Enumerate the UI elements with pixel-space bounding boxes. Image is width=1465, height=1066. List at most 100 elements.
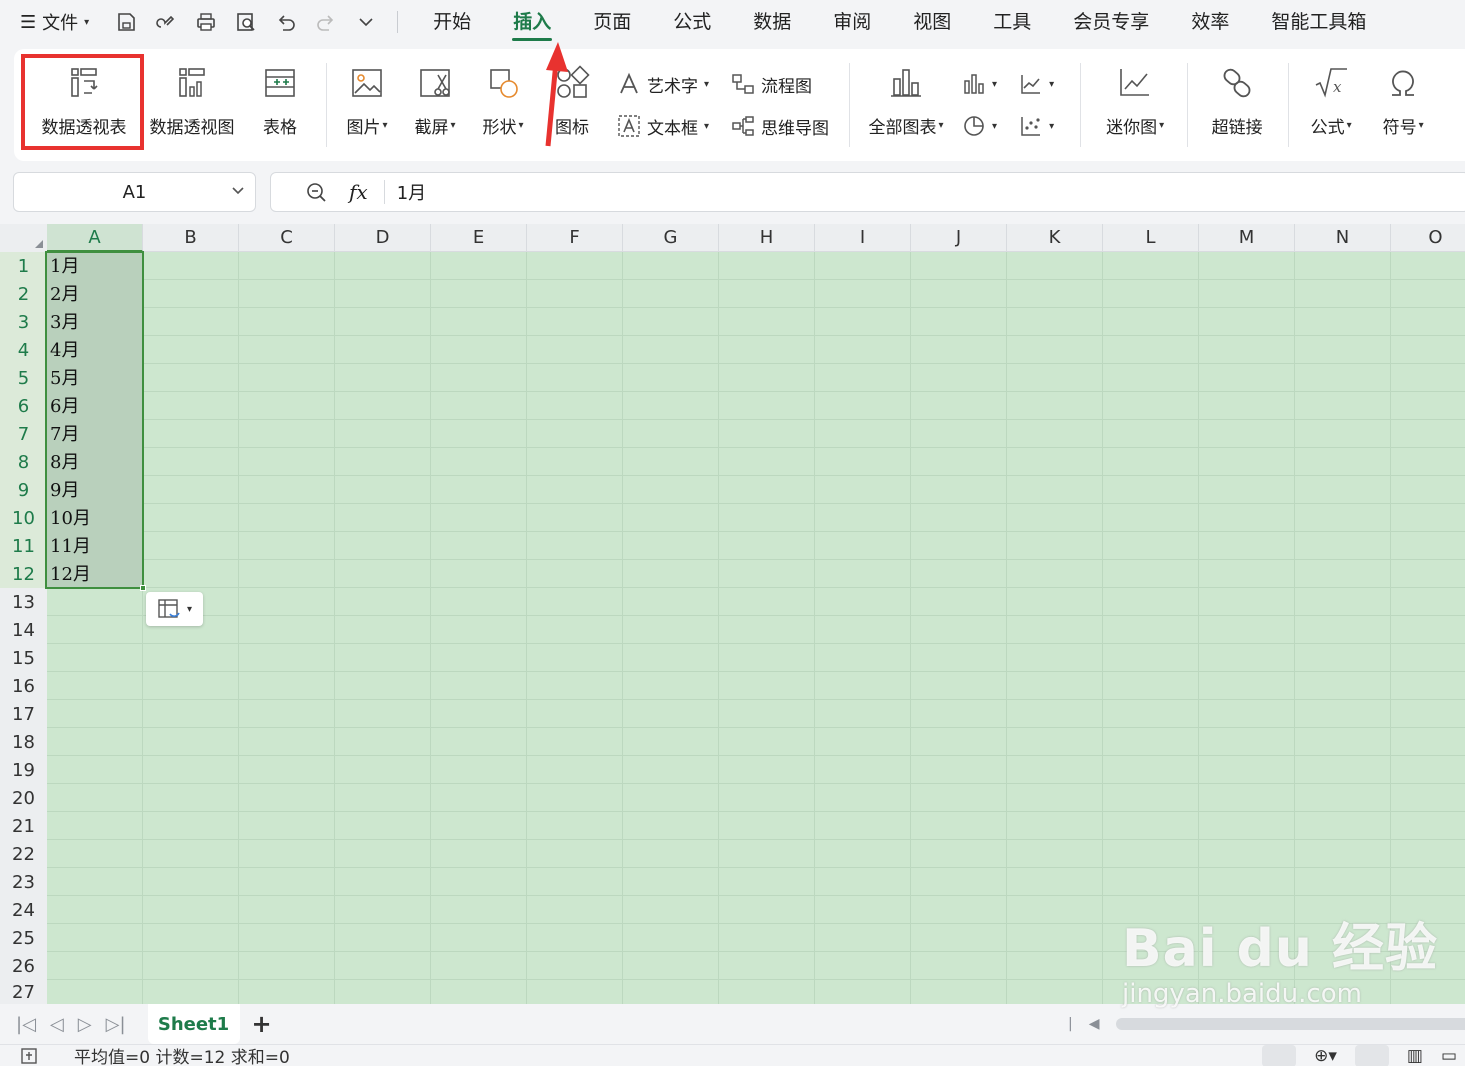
tab-efficiency[interactable]: 效率 [1170, 0, 1250, 44]
scroll-left-icon[interactable]: ◀ [1089, 1016, 1100, 1032]
row-header-6[interactable]: 6 [0, 392, 47, 420]
macro-icon[interactable] [20, 1047, 42, 1065]
print-preview-icon[interactable] [235, 11, 257, 33]
tab-tools[interactable]: 工具 [972, 0, 1052, 44]
row-header-21[interactable]: 21 [0, 812, 47, 840]
row-header-22[interactable]: 22 [0, 840, 47, 868]
last-sheet-icon[interactable]: ▷| [106, 1014, 126, 1035]
first-sheet-icon[interactable]: |◁ [16, 1014, 36, 1035]
print-icon[interactable] [195, 11, 217, 33]
save-icon[interactable] [115, 11, 137, 33]
column-header-n[interactable]: N [1295, 224, 1391, 252]
row-header-4[interactable]: 4 [0, 336, 47, 364]
tab-view[interactable]: 视图 [892, 0, 972, 44]
add-sheet-button[interactable]: + [252, 1010, 272, 1038]
row-header-23[interactable]: 23 [0, 868, 47, 896]
flowchart-button[interactable]: 流程图 [731, 71, 829, 97]
row-header-15[interactable]: 15 [0, 644, 47, 672]
column-header-k[interactable]: K [1007, 224, 1103, 252]
textbox-button[interactable]: 文本框 ▾ [617, 113, 709, 139]
undo-icon[interactable] [275, 11, 297, 33]
function-icon[interactable]: fx [349, 180, 368, 204]
column-header-b[interactable]: B [143, 224, 239, 252]
row-header-7[interactable]: 7 [0, 420, 47, 448]
tab-formula[interactable]: 公式 [652, 0, 732, 44]
row-header-27[interactable]: 27 [0, 980, 47, 1004]
row-header-25[interactable]: 25 [0, 924, 47, 952]
formula-button[interactable]: x 公式 ▾ [1295, 49, 1367, 161]
picture-button[interactable]: 图片 ▾ [333, 49, 401, 161]
column-header-j[interactable]: J [911, 224, 1007, 252]
row-header-19[interactable]: 19 [0, 756, 47, 784]
column-header-g[interactable]: G [623, 224, 719, 252]
icon-library-button[interactable]: 图标 [537, 49, 607, 161]
pivot-table-button[interactable]: 数据透视表 [24, 49, 144, 161]
line-chart-button[interactable]: ▾ [1019, 71, 1054, 97]
row-header-1[interactable]: 1 [0, 252, 47, 280]
customize-toolbar-icon[interactable] [355, 11, 377, 33]
view-mode-icon[interactable]: ⊕▾ [1314, 1046, 1337, 1066]
hyperlink-button[interactable]: 超链接 [1194, 49, 1280, 161]
row-header-10[interactable]: 10 [0, 504, 47, 532]
column-header-m[interactable]: M [1199, 224, 1295, 252]
tab-data[interactable]: 数据 [732, 0, 812, 44]
column-header-l[interactable]: L [1103, 224, 1199, 252]
tab-home[interactable]: 开始 [412, 0, 492, 44]
row-header-12[interactable]: 12 [0, 560, 47, 588]
pivot-chart-button[interactable]: 数据透视图 [144, 49, 240, 161]
row-header-3[interactable]: 3 [0, 308, 47, 336]
column-header-h[interactable]: H [719, 224, 815, 252]
zoom-icon[interactable] [305, 181, 327, 203]
tab-page[interactable]: 页面 [572, 0, 652, 44]
column-header-a[interactable]: A [47, 224, 143, 252]
shape-button[interactable]: 形状 ▾ [469, 49, 537, 161]
row-header-18[interactable]: 18 [0, 728, 47, 756]
select-all-corner[interactable] [0, 224, 47, 252]
column-header-o[interactable]: O [1391, 224, 1465, 252]
row-header-2[interactable]: 2 [0, 280, 47, 308]
column-chart-button[interactable]: ▾ [962, 71, 997, 97]
format-painter-icon[interactable] [155, 11, 177, 33]
tab-insert[interactable]: 插入 [492, 0, 572, 44]
row-header-13[interactable]: 13 [0, 588, 47, 616]
screenshot-button[interactable]: 截屏 ▾ [401, 49, 469, 161]
chevron-down-icon[interactable] [231, 184, 245, 198]
mindmap-button[interactable]: 思维导图 [731, 113, 829, 139]
column-header-c[interactable]: C [239, 224, 335, 252]
tab-member[interactable]: 会员专享 [1052, 0, 1170, 44]
all-charts-button[interactable]: 全部图表 ▾ [856, 49, 956, 161]
tab-smart-toolbox[interactable]: 智能工具箱 [1250, 0, 1387, 44]
page-layout-icon[interactable]: ▥ [1407, 1046, 1423, 1066]
fill-handle[interactable] [140, 585, 146, 591]
pie-chart-button[interactable]: ▾ [962, 113, 997, 139]
prev-sheet-icon[interactable]: ◁ [50, 1014, 64, 1035]
file-menu-button[interactable]: ☰ 文件 ▾ [20, 7, 89, 37]
row-header-8[interactable]: 8 [0, 448, 47, 476]
symbol-button[interactable]: 符号 ▾ [1367, 49, 1439, 161]
row-header-5[interactable]: 5 [0, 364, 47, 392]
sparkline-button[interactable]: 迷你图 ▾ [1087, 49, 1183, 161]
normal-view-icon[interactable] [1354, 1045, 1389, 1066]
row-header-20[interactable]: 20 [0, 784, 47, 812]
row-header-11[interactable]: 11 [0, 532, 47, 560]
column-header-f[interactable]: F [527, 224, 623, 252]
row-header-16[interactable]: 16 [0, 672, 47, 700]
art-text-button[interactable]: 艺术字 ▾ [617, 71, 709, 97]
row-header-9[interactable]: 9 [0, 476, 47, 504]
row-header-17[interactable]: 17 [0, 700, 47, 728]
table-button[interactable]: 表格 [240, 49, 320, 161]
quick-analysis-button[interactable]: ▾ [146, 592, 203, 626]
column-header-d[interactable]: D [335, 224, 431, 252]
eye-protection-icon[interactable] [1262, 1045, 1297, 1066]
next-sheet-icon[interactable]: ▷ [78, 1014, 92, 1035]
name-box[interactable]: A1 [13, 172, 256, 212]
column-header-e[interactable]: E [431, 224, 527, 252]
page-break-icon[interactable]: ▭ [1441, 1046, 1457, 1066]
tab-review[interactable]: 审阅 [812, 0, 892, 44]
scrollbar-thumb[interactable] [1116, 1018, 1465, 1030]
cell-grid[interactable] [47, 252, 1465, 1004]
sheet-tab-sheet1[interactable]: Sheet1 [147, 1004, 240, 1044]
row-header-24[interactable]: 24 [0, 896, 47, 924]
scatter-chart-button[interactable]: ▾ [1019, 113, 1054, 139]
redo-icon[interactable] [315, 11, 337, 33]
